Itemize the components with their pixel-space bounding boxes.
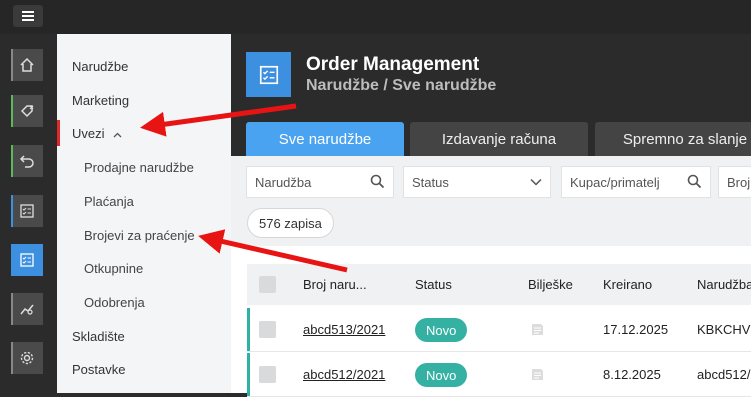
created-date: 17.12.2025 [603,322,669,337]
rail-marketing-button[interactable] [11,95,43,127]
rail-settings-button[interactable] [11,342,43,374]
order-reference: abcd512/ [697,367,751,382]
breadcrumb: Narudžbe / Sve narudžbe [306,77,497,94]
checklist-icon [20,204,34,218]
chart-icon [20,304,34,315]
order-number-link[interactable]: abcd513/2021 [303,322,385,337]
record-count-badge: 576 zapisa [247,208,334,238]
icon-rail [0,34,57,393]
undo-icon [19,155,34,168]
tab-all-orders[interactable]: Sve narudžbe [246,122,404,156]
table-row[interactable]: abcd513/2021 Novo 17.12.2025 KBKCHVE [247,308,751,352]
main-content: Order Management Narudžbe / Sve narudžbe… [231,34,751,397]
row-checkbox[interactable] [259,366,276,383]
page-header: Order Management Narudžbe / Sve narudžbe [231,34,751,122]
home-icon [20,57,34,72]
sidebar-subitem-buyouts[interactable]: Otkupnine [84,261,143,276]
column-header-status[interactable]: Status [415,277,452,292]
column-header-number[interactable]: Broj naru... [303,277,367,292]
status-badge: Novo [415,318,468,342]
page-title: Order Management [306,54,480,75]
sidebar-subitem-sales-orders[interactable]: Prodajne narudžbe [84,160,194,175]
sidebar-item-import[interactable]: Uvezi [72,126,122,141]
order-number-link[interactable]: abcd512/2021 [303,367,385,382]
sidebar-item-settings[interactable]: Postavke [72,362,125,377]
number-search-input[interactable]: Broj [718,166,751,198]
order-search-input[interactable]: Narudžba [246,166,394,198]
app-icon [246,52,291,97]
filter-bar: Narudžba Status Kupac/primatelj Broj 576… [231,156,751,246]
chevron-up-icon [113,132,122,138]
column-header-notes[interactable]: Bilješke [528,277,573,292]
tab-invoicing[interactable]: Izdavanje računa [410,122,588,156]
column-header-order[interactable]: Narudžba [697,277,751,292]
table-row[interactable]: abcd512/2021 Novo 8.12.2025 abcd512/ [247,353,751,397]
sidebar-active-indicator [57,120,60,146]
rail-returns-button[interactable] [11,145,43,177]
sidebar-item-warehouse[interactable]: Skladište [72,329,125,344]
created-date: 8.12.2025 [603,367,661,382]
checklist-icon [259,65,278,84]
menu-button[interactable] [13,5,43,27]
tab-bar: Sve narudžbe Izdavanje računa Spremno za… [231,122,751,156]
sidebar-subitem-payments[interactable]: Plaćanja [84,194,134,209]
tag-icon [20,105,34,118]
note-icon[interactable] [530,367,545,382]
select-all-checkbox[interactable] [259,276,276,293]
row-status-strip [247,353,250,396]
orders-table: Broj naru... Status Bilješke Kreirano Na… [247,264,751,397]
sidebar-item-label: Uvezi [72,126,105,141]
customer-search-input[interactable]: Kupac/primatelj [561,166,711,198]
row-status-strip [247,308,250,351]
rail-home-button[interactable] [11,49,43,81]
table-header: Broj naru... Status Bilješke Kreirano Na… [247,264,751,305]
search-icon [370,174,385,189]
sidebar: Narudžbe Marketing Uvezi Prodajne narudž… [57,34,231,393]
sidebar-subitem-tracking-numbers[interactable]: Brojevi za praćenje [84,228,195,243]
note-icon[interactable] [530,322,545,337]
status-select[interactable]: Status [403,166,551,198]
sidebar-subitem-approvals[interactable]: Odobrenja [84,295,145,310]
sidebar-item-orders[interactable]: Narudžbe [72,59,128,74]
gear-icon [20,351,34,365]
chevron-down-icon [530,178,542,186]
checklist-icon [20,253,34,267]
status-badge: Novo [415,363,468,387]
rail-checklist-button[interactable] [11,195,43,227]
rail-analytics-button[interactable] [11,293,43,325]
tab-ready-to-ship[interactable]: Spremno za slanje [595,122,751,156]
rail-orders-button[interactable] [11,244,43,276]
column-header-created[interactable]: Kreirano [603,277,652,292]
order-reference: KBKCHVE [697,322,751,337]
top-bar [0,0,751,34]
menu-icon [22,11,34,21]
sidebar-item-marketing[interactable]: Marketing [72,93,129,108]
row-checkbox[interactable] [259,321,276,338]
search-icon [687,174,702,189]
